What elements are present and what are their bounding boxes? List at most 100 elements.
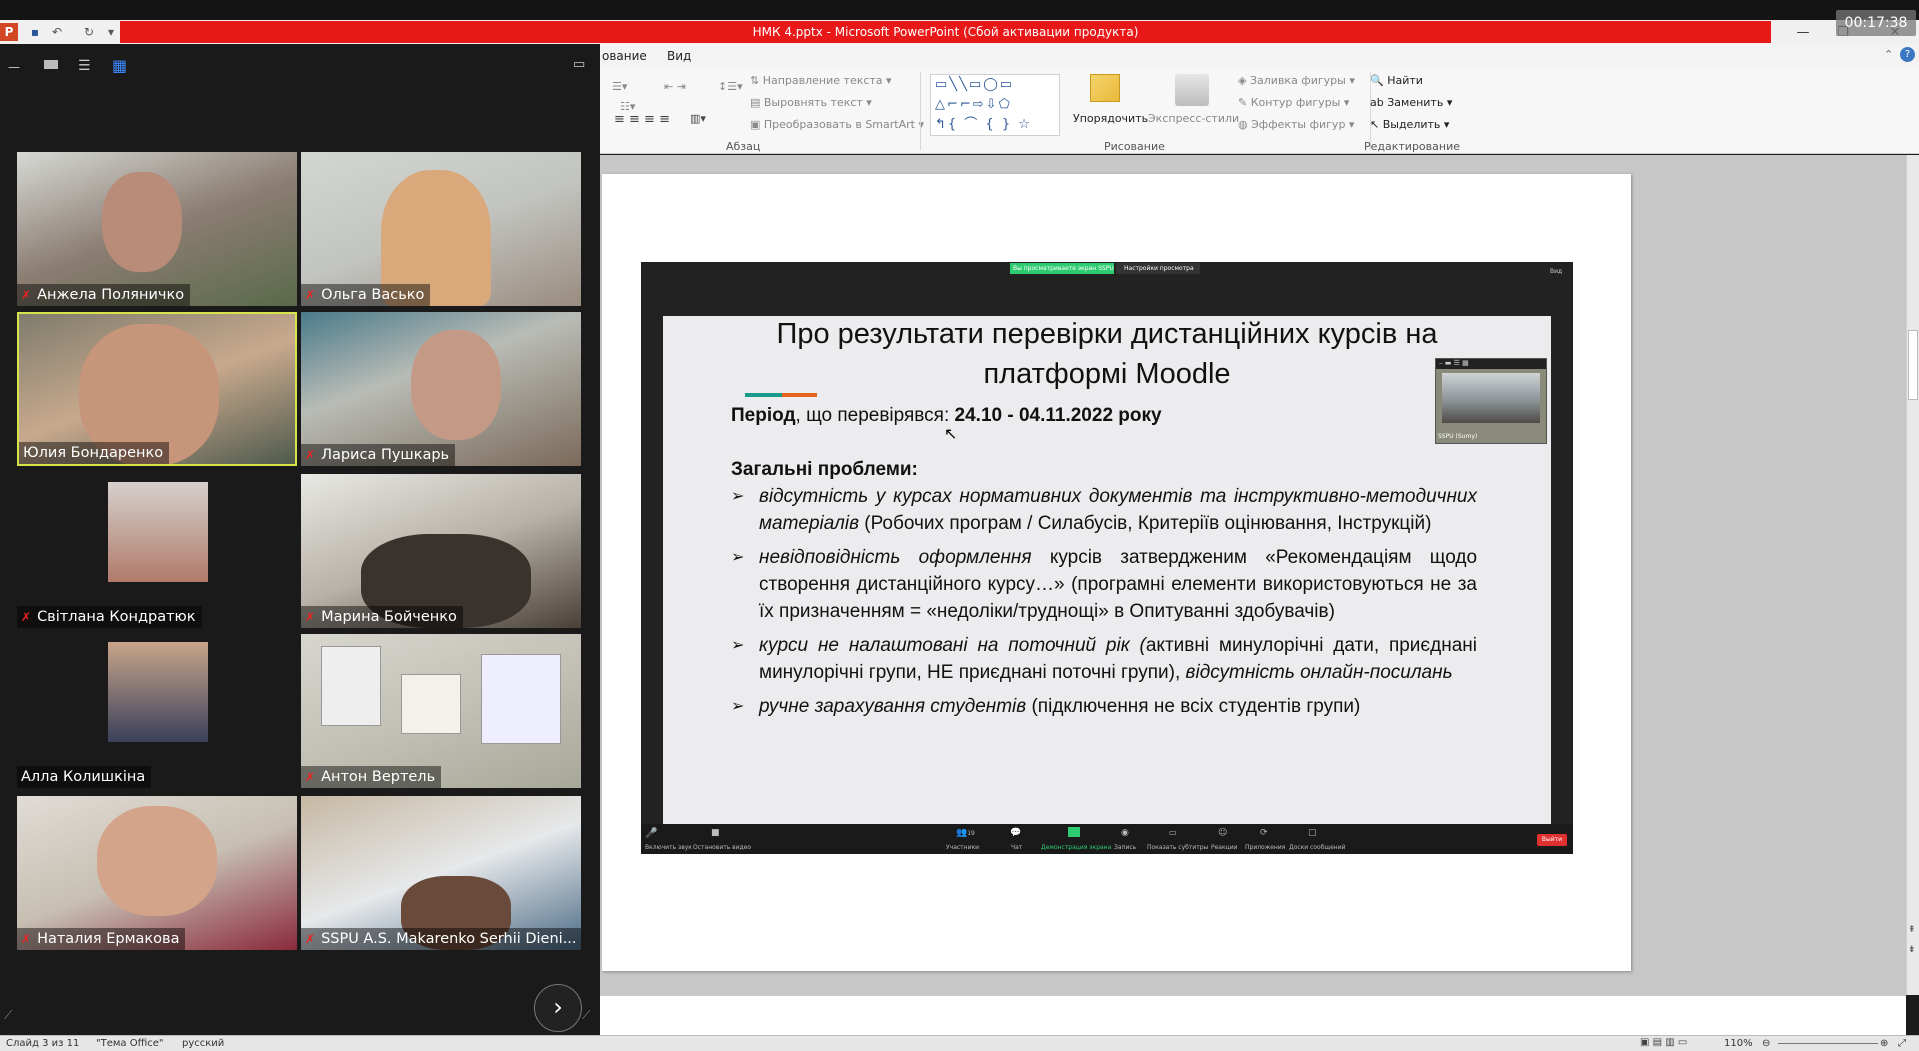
fit-slide-icon[interactable]: ⤢: [1898, 1038, 1906, 1049]
participant-video: [97, 806, 217, 916]
participant-tile[interactable]: ✗ Наталия Ермакова: [17, 796, 297, 950]
undo-icon[interactable]: ↶: [48, 23, 66, 41]
mic-muted-icon[interactable]: 🎤: [645, 828, 657, 839]
find-button[interactable]: 🔍 Найти: [1370, 74, 1423, 87]
participant-tile[interactable]: Алла Колишкіна: [17, 634, 297, 788]
zoom-in-icon[interactable]: ⊕: [1880, 1038, 1888, 1049]
participant-tile[interactable]: ✗ Світлана Кондратюк: [17, 474, 297, 628]
drawing-group-label: Рисование: [1104, 140, 1165, 153]
zoom-level[interactable]: 110%: [1724, 1038, 1753, 1049]
participants-label[interactable]: Участники: [946, 844, 979, 851]
scroll-thumb[interactable]: [1908, 330, 1918, 400]
apps-label[interactable]: Приложения: [1245, 844, 1285, 851]
participants-count: 19: [967, 830, 975, 837]
resize-handle-icon[interactable]: ⟋: [4, 1008, 12, 1023]
gallery-view-icon[interactable]: ▦: [112, 56, 127, 75]
replace-button[interactable]: ab Заменить ▾: [1370, 96, 1452, 109]
title-accent-teal: [745, 393, 782, 397]
columns-icon[interactable]: ▥▾: [690, 112, 706, 125]
apps-icon[interactable]: ⟳: [1260, 828, 1268, 838]
shape-outline-button[interactable]: ✎ Контур фигуры ▾: [1238, 96, 1349, 109]
align-text-button[interactable]: ▤ Выровнять текст ▾: [750, 96, 872, 109]
slide-body: Період, що перевірявся: 24.10 - 04.11.20…: [731, 402, 1477, 727]
bullet-item: ➢ невідповідність оформлення курсів затве…: [731, 544, 1477, 625]
customize-qat-icon[interactable]: ▾: [102, 23, 120, 41]
quick-styles-button[interactable]: Экспресс-стили: [1148, 112, 1239, 125]
arrange-button[interactable]: Упорядочить: [1073, 112, 1148, 125]
ribbon-collapse-icon[interactable]: ⌃: [1884, 48, 1893, 61]
certificate-frame: [321, 646, 381, 726]
participant-tile-active-speaker[interactable]: Юлия Бондаренко: [17, 312, 297, 466]
prev-slide-icon[interactable]: ⇞: [1908, 925, 1916, 935]
participants-icon[interactable]: 👥19: [956, 828, 975, 838]
text-direction-button[interactable]: ⇅ Направление текста ▾: [750, 74, 892, 87]
indent-icon[interactable]: ⇤ ⇥: [664, 80, 686, 93]
bullet-text: (Робочих програм / Силабусів, Критеріїв …: [858, 513, 1432, 534]
view-options-button[interactable]: Настройки просмотра: [1116, 263, 1200, 274]
participant-avatar: [108, 482, 208, 582]
reactions-label[interactable]: Реакции: [1211, 844, 1238, 851]
stop-video-label[interactable]: Остановить видео: [693, 844, 751, 851]
view-buttons[interactable]: ▣ ▤ ▥ ▭: [1640, 1037, 1687, 1048]
participant-tile[interactable]: ✗ Марина Бойченко: [301, 474, 581, 628]
record-label[interactable]: Запись: [1114, 844, 1136, 851]
subtitles-label[interactable]: Показать субтитры: [1147, 844, 1208, 851]
chat-label[interactable]: Чат: [1011, 844, 1022, 851]
thumbnail-controls[interactable]: – ▬ ☰ ▦: [1436, 359, 1546, 369]
align-buttons[interactable]: ≡ ≡ ≡ ≡: [614, 112, 670, 127]
tab-slideshow[interactable]: ование: [602, 49, 647, 63]
smartart-button[interactable]: ▣ Преобразовать в SmartArt ▾: [750, 118, 924, 131]
participant-tile[interactable]: ✗ Лариса Пушкарь: [301, 312, 581, 466]
participant-tile[interactable]: ✗ Антон Вертель: [301, 634, 581, 788]
leave-button[interactable]: Выйти: [1537, 834, 1567, 846]
save-icon[interactable]: ▪: [26, 23, 44, 41]
record-icon[interactable]: ◉: [1121, 828, 1129, 838]
language[interactable]: русский: [182, 1038, 224, 1049]
participant-tile[interactable]: ✗ Анжела Поляничко: [17, 152, 297, 306]
participant-name: ✗ Світлана Кондратюк: [17, 606, 202, 628]
video-icon[interactable]: ■: [711, 828, 720, 838]
speaker-view-icon[interactable]: [44, 60, 58, 69]
quick-styles-icon[interactable]: [1175, 74, 1209, 106]
share-screen-icon[interactable]: [1068, 827, 1080, 837]
notes-pane[interactable]: [600, 995, 1906, 1035]
line-spacing-icon[interactable]: ↕☰▾: [718, 80, 743, 93]
next-slide-icon[interactable]: ⇟: [1908, 945, 1916, 955]
next-page-button[interactable]: ›: [534, 984, 582, 1032]
whiteboards-label[interactable]: Доски сообщений: [1289, 844, 1346, 851]
participant-name-text: Анжела Поляничко: [37, 287, 185, 303]
mic-muted-icon: ✗: [21, 288, 32, 302]
select-button[interactable]: ↖ Выделить ▾: [1370, 118, 1449, 131]
reactions-icon[interactable]: ☺: [1218, 828, 1227, 838]
shape-fill-button[interactable]: ◈ Заливка фигуры ▾: [1238, 74, 1355, 87]
minimize-panel-icon[interactable]: —: [8, 60, 20, 74]
share-screen-label[interactable]: Демонстрация экрана: [1041, 844, 1111, 851]
editing-group-label: Редактирование: [1364, 140, 1460, 153]
zoom-slider[interactable]: [1778, 1043, 1878, 1044]
arrow-bullet-icon: ➢: [731, 549, 745, 566]
mute-label[interactable]: Включить звук: [645, 844, 692, 851]
minimize-button[interactable]: —: [1783, 22, 1823, 42]
bullet-item: ➢ ручне зарахування студентів (підключенн…: [731, 693, 1477, 720]
redo-icon[interactable]: ↻: [80, 23, 98, 41]
tab-view[interactable]: Вид: [667, 49, 691, 63]
arrange-icon[interactable]: [1090, 74, 1120, 102]
participant-tile[interactable]: ✗ SSPU A.S. Makarenko Serhii Dieni...: [301, 796, 581, 950]
zoom-out-icon[interactable]: ⊖: [1762, 1038, 1770, 1049]
participant-name-text: Ольга Васько: [321, 287, 425, 303]
chat-icon[interactable]: 💬: [1010, 828, 1021, 838]
strip-view-icon[interactable]: ☰: [78, 58, 91, 74]
resize-handle-icon[interactable]: ⟋: [582, 1008, 590, 1023]
cc-icon[interactable]: ▭: [1169, 828, 1177, 837]
help-icon[interactable]: ?: [1900, 47, 1915, 62]
participant-tile[interactable]: ✗ Ольга Васько: [301, 152, 581, 306]
vertical-scrollbar[interactable]: ⇞ ⇟: [1906, 155, 1919, 995]
whiteboard-icon[interactable]: ▢: [1308, 828, 1317, 838]
shapes-gallery[interactable]: ▭╲╲▭◯▭ △⌐⌐⇨⇩⬠ ↰{ ⌒ { } ☆: [930, 74, 1060, 136]
popout-icon[interactable]: ▭: [573, 57, 585, 72]
participant-name-text: SSPU A.S. Makarenko Serhii Dieni...: [321, 931, 577, 947]
window-title: НМК 4.pptx - Microsoft PowerPoint (Сбой …: [120, 21, 1771, 43]
shape-effects-button[interactable]: ◍ Эффекты фигур ▾: [1238, 118, 1354, 131]
bullets-icon[interactable]: ☰▾: [612, 80, 627, 93]
view-button[interactable]: Вид: [1550, 268, 1562, 275]
